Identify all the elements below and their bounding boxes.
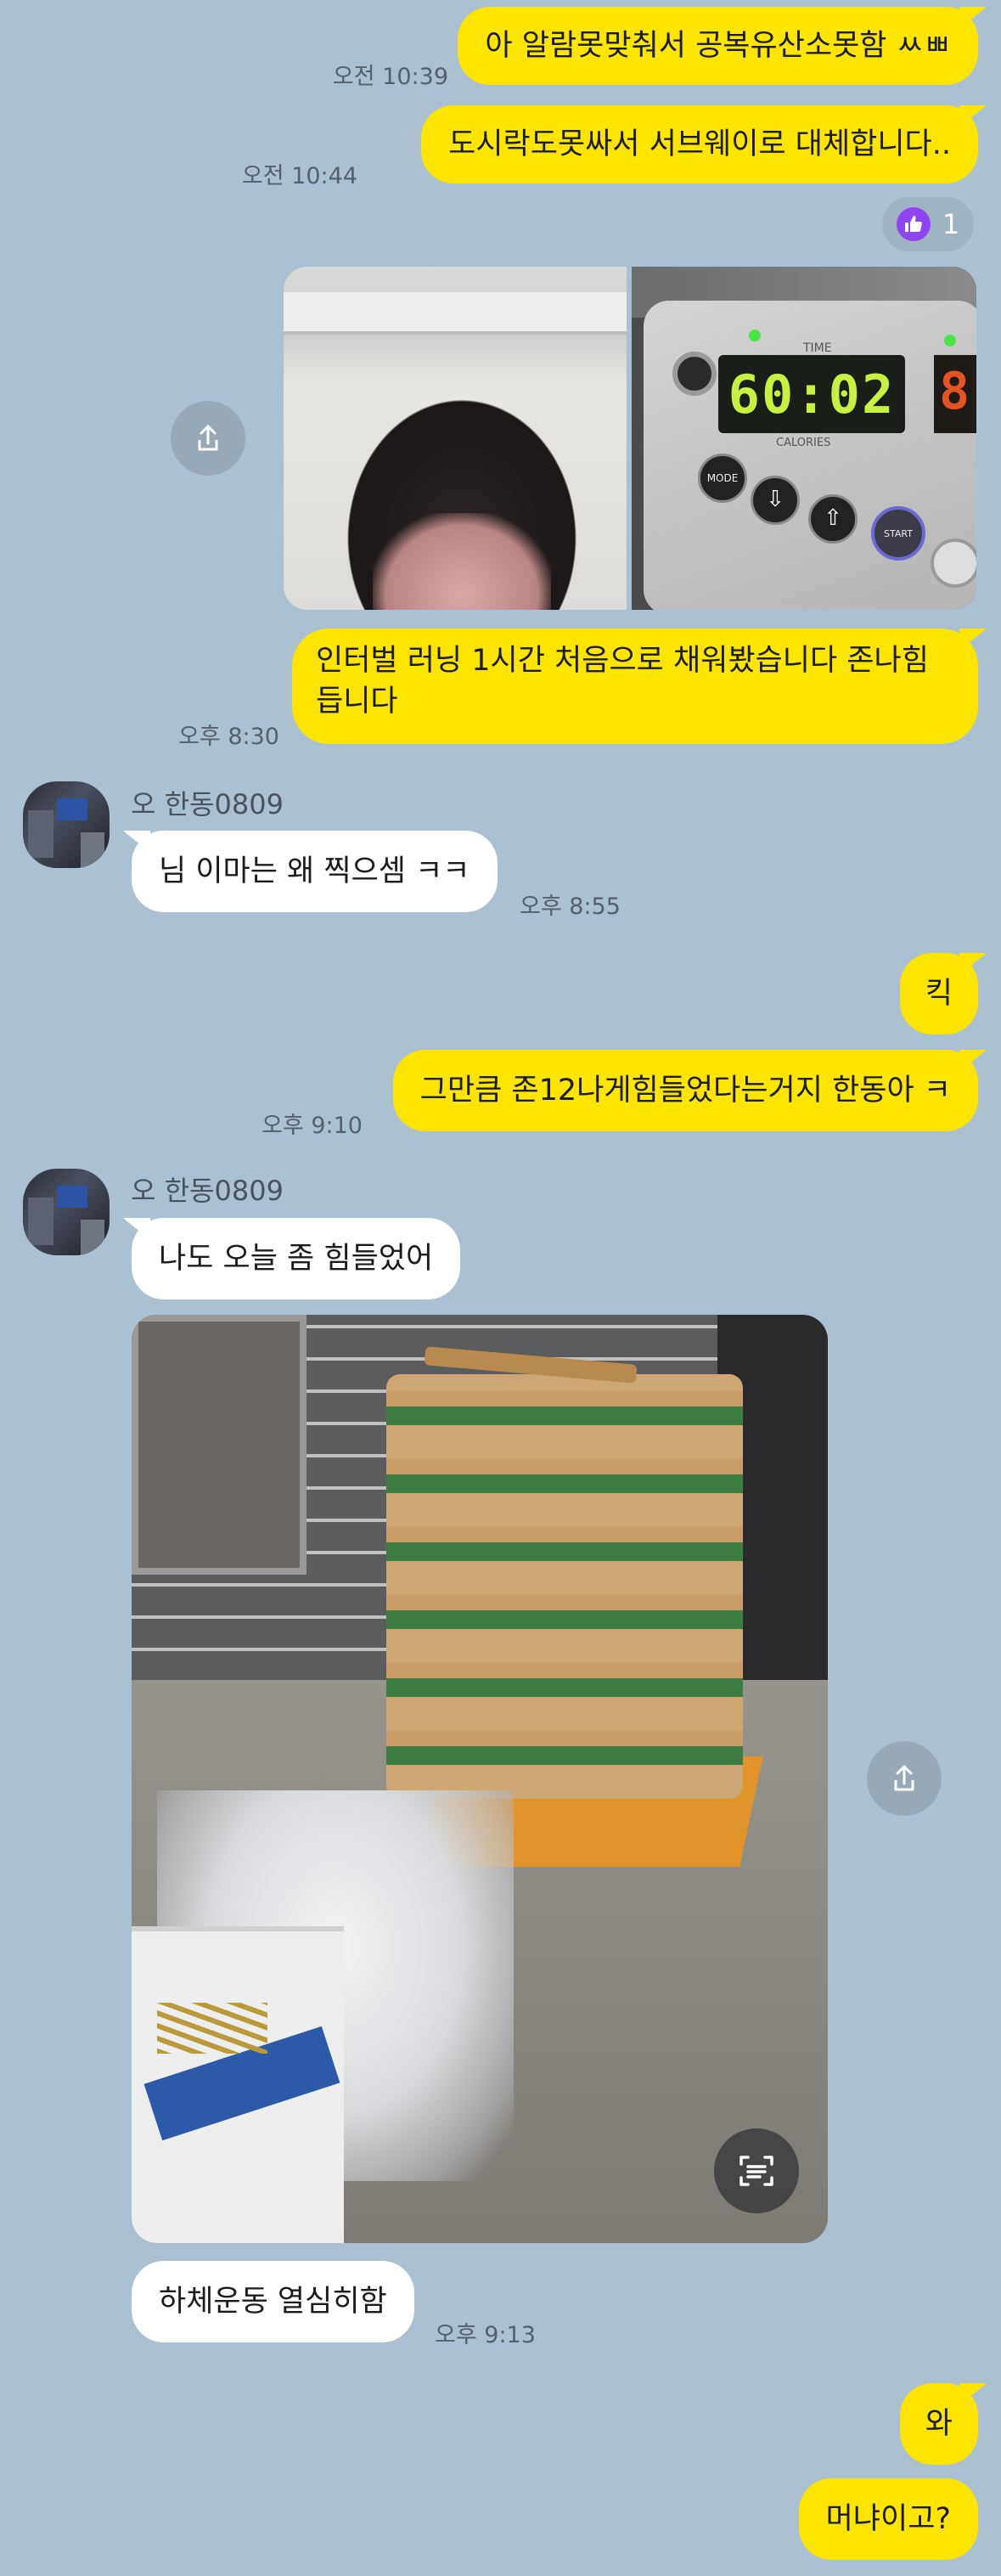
timestamp: 오후 9:10: [261, 1113, 363, 1139]
led-indicator: [944, 335, 956, 347]
my-message-bubble[interactable]: 킥: [899, 953, 978, 1034]
message-text: 그만큼 존12나게힘들었다는거지 한동아 ㅋ: [419, 1074, 951, 1108]
screws: [157, 2003, 267, 2054]
thumbs-up-icon: [896, 207, 931, 241]
timestamp: 오후 8:30: [178, 724, 279, 750]
reaction-count: 1: [942, 208, 960, 240]
avatar[interactable]: [23, 781, 110, 868]
my-message-bubble[interactable]: 와: [899, 2383, 978, 2465]
my-message-bubble[interactable]: 도시락도못싸서 서브웨이로 대체합니다..: [421, 105, 978, 183]
calories-label: CALORIES: [776, 437, 831, 449]
my-message-bubble[interactable]: 아 알람못맞춰서 공복유산소못함 ㅆㅃ: [458, 7, 978, 85]
share-icon: [894, 1765, 914, 1791]
share-button[interactable]: [867, 1741, 942, 1816]
share-button[interactable]: [171, 401, 245, 476]
led-screen: 60:02: [718, 355, 905, 433]
avatar[interactable]: [23, 1169, 110, 1255]
led-indicator: [749, 330, 761, 341]
timestamp: 오전 10:39: [332, 64, 448, 90]
photo-cement-bags[interactable]: [132, 1315, 828, 2243]
message-text: 하체운동 열심히함: [159, 2285, 387, 2319]
start-button: START: [871, 506, 925, 561]
my-message-bubble[interactable]: 머냐이고?: [798, 2478, 978, 2560]
message-text: 머냐이고?: [825, 2502, 951, 2536]
mode-button: MODE: [698, 454, 747, 503]
my-message-bubble[interactable]: 그만큼 존12나게힘들었다는거지 한동아 ㅋ: [392, 1050, 978, 1131]
text-scan-button[interactable]: [714, 2128, 799, 2213]
their-message-bubble[interactable]: 하체운동 열심히함: [132, 2261, 414, 2342]
window: [132, 1315, 306, 1575]
sender-name: 오 한동0809: [131, 788, 284, 820]
their-message-bubble[interactable]: 님 이마는 왜 찍으셈 ㅋㅋ: [132, 831, 498, 912]
timestamp: 오후 8:55: [520, 893, 621, 920]
message-text: 님 이마는 왜 찍으셈 ㅋㅋ: [159, 854, 470, 888]
their-message-bubble[interactable]: 나도 오늘 좀 힘들었어: [132, 1218, 461, 1299]
led-screen-2: 8.: [934, 355, 976, 433]
time-label: TIME: [803, 341, 832, 355]
share-icon: [198, 425, 218, 451]
scan-text-icon: [740, 2156, 773, 2186]
timestamp: 오후 9:13: [435, 2322, 536, 2348]
photo-treadmill-display[interactable]: TIME 60:02 8. CALORIES MODE ⇩ ⇧ START: [632, 267, 976, 610]
message-text: 인터벌 러닝 1시간 처음으로 채워봤습니다 존나힘듭니다: [316, 644, 929, 719]
timestamp: 오전 10:44: [241, 163, 357, 189]
message-text: 아 알람못맞춰서 공복유산소못함 ㅆㅃ: [485, 29, 951, 63]
sender-name: 오 한동0809: [131, 1175, 284, 1207]
message-text: 킥: [925, 977, 953, 1011]
message-text: 도시락도못싸서 서브웨이로 대체합니다..: [448, 127, 951, 161]
speed-up-button: ⇧: [808, 494, 858, 544]
speed-down-button: ⇩: [751, 476, 800, 525]
my-message-bubble[interactable]: 인터벌 러닝 1시간 처음으로 채워봤습니다 존나힘듭니다: [292, 628, 978, 744]
reaction-chip[interactable]: 1: [882, 197, 974, 251]
forehead-skin: [373, 513, 551, 610]
photo-forehead[interactable]: [284, 267, 627, 610]
time-readout: 60:02: [728, 363, 896, 426]
cement-stack: [386, 1374, 743, 1799]
message-text: 나도 오늘 좀 힘들었어: [159, 1242, 434, 1276]
knob: [672, 352, 717, 396]
message-text: 와: [925, 2407, 953, 2441]
window-frame: [284, 292, 627, 335]
